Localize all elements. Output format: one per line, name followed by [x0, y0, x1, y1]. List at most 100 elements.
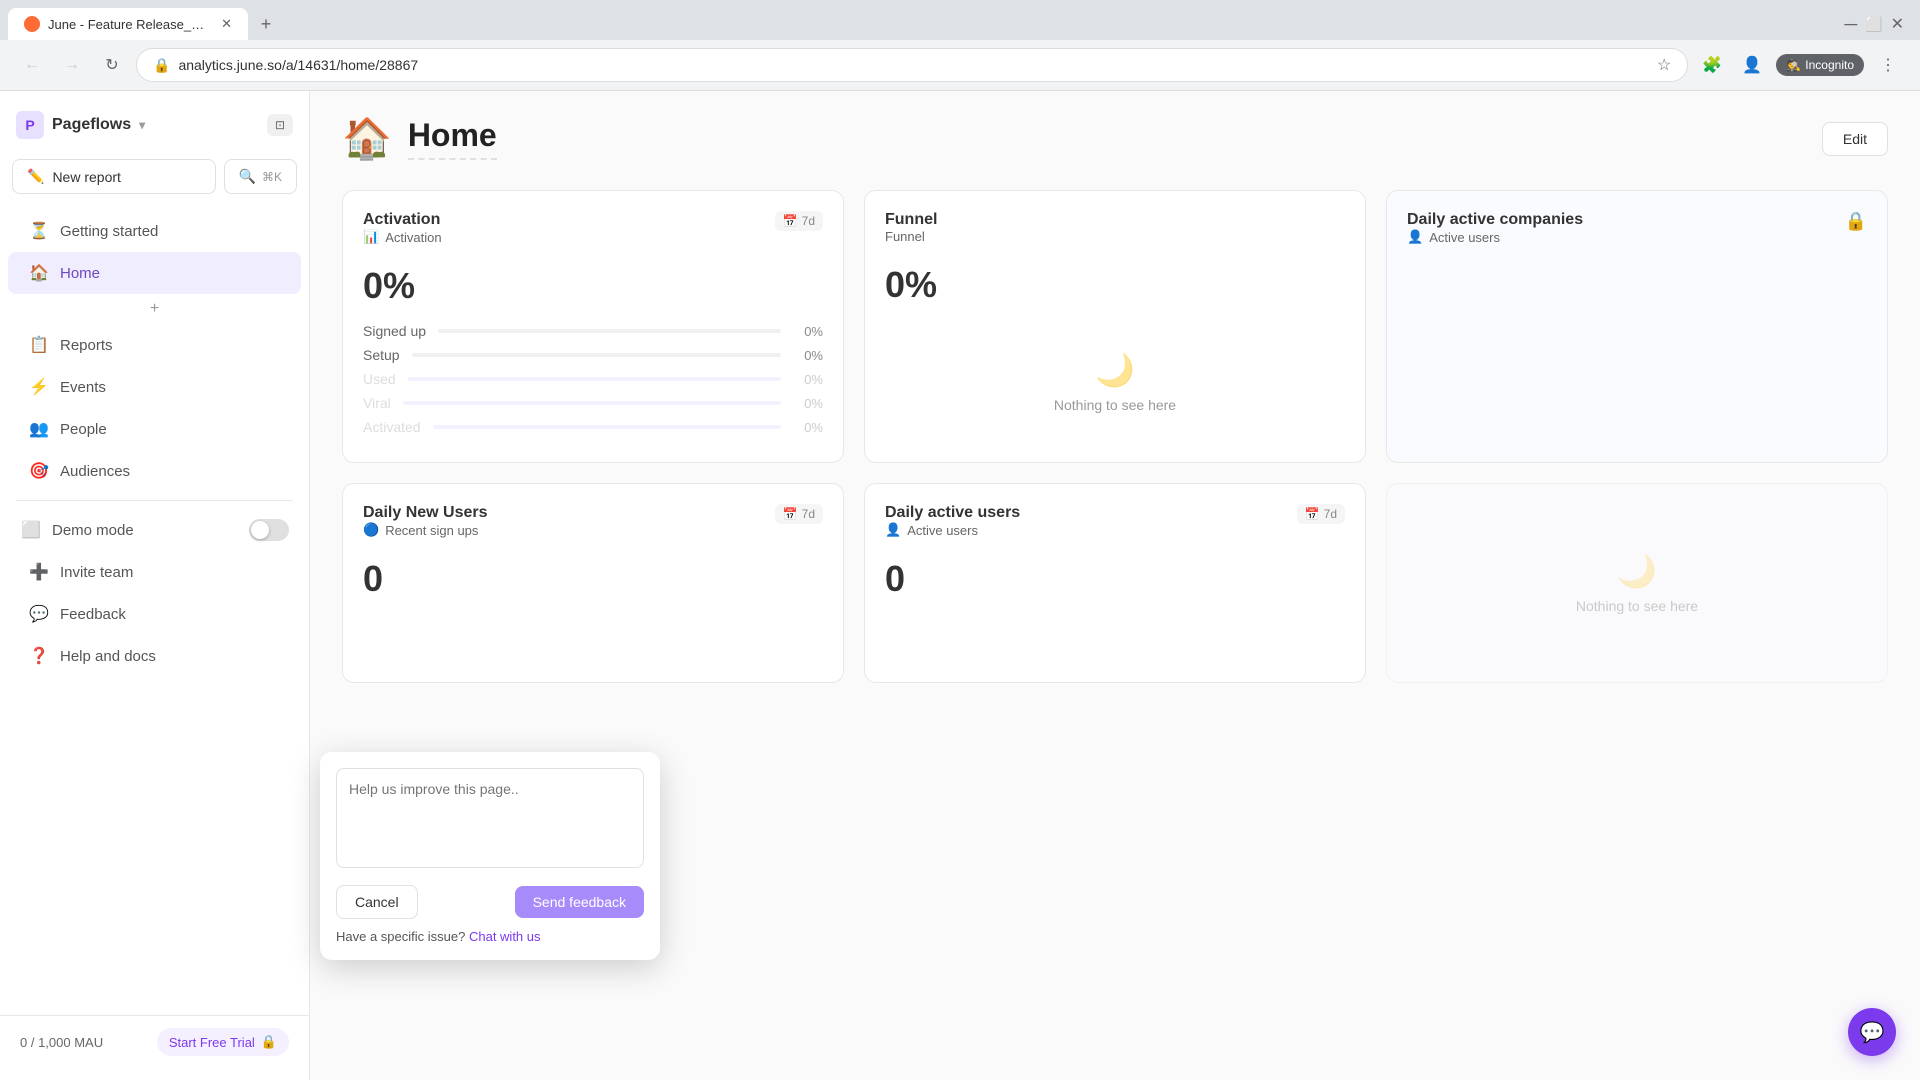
sidebar-item-label: Events: [60, 379, 106, 396]
card-value: 0: [885, 558, 1345, 600]
send-feedback-button[interactable]: Send feedback: [515, 886, 644, 918]
sidebar-item-invite-team[interactable]: ➕ Invite team: [8, 551, 301, 593]
tab-close-button[interactable]: ✕: [221, 16, 232, 32]
page-title: Home: [408, 117, 497, 160]
add-button[interactable]: +: [144, 298, 166, 320]
forward-button[interactable]: →: [56, 49, 88, 81]
card-title: Daily active users: [885, 504, 1020, 522]
back-button[interactable]: ←: [16, 49, 48, 81]
sidebar-item-home[interactable]: 🏠 Home: [8, 252, 301, 294]
workspace-name-label: Pageflows: [52, 116, 131, 134]
sidebar-item-audiences[interactable]: 🎯 Audiences: [8, 450, 301, 492]
sidebar-collapse-button[interactable]: ⊡: [267, 114, 293, 136]
card-subtitle-text: Activation: [385, 230, 441, 245]
maximize-button[interactable]: ⬜: [1865, 16, 1882, 33]
chat-bubble-button[interactable]: 💬: [1848, 1008, 1896, 1056]
getting-started-icon: ⏳: [28, 220, 50, 242]
funnel-card: Funnel Funnel 0% 🌙 Nothing to see here: [864, 190, 1366, 463]
card-subtitle: 📊 Activation: [363, 229, 442, 245]
chevron-down-icon: ▾: [139, 118, 145, 132]
activation-card: Activation 📊 Activation 📅 7d 0% Signed: [342, 190, 844, 463]
lock-icon: 🔒: [153, 57, 170, 74]
sidebar-item-label: Getting started: [60, 223, 158, 240]
url-text: analytics.june.so/a/14631/home/28867: [178, 57, 1649, 73]
bar: [408, 377, 781, 381]
card-subtitle: 👤 Active users: [1407, 229, 1583, 245]
active-tab[interactable]: June - Feature Release_QR Code... ✕: [8, 8, 248, 40]
menu-button[interactable]: ⋮: [1872, 49, 1904, 81]
card-row: Signed up 0%: [363, 323, 823, 339]
daily-new-users-card: Daily New Users 🔵 Recent sign ups 📅 7d 0: [342, 483, 844, 683]
sidebar-item-getting-started[interactable]: ⏳ Getting started: [8, 210, 301, 252]
close-button[interactable]: ✕: [1891, 14, 1904, 34]
address-bar[interactable]: 🔒 analytics.june.so/a/14631/home/28867 ☆: [136, 48, 1688, 82]
extensions-button[interactable]: 🧩: [1696, 49, 1728, 81]
bar: [438, 329, 781, 333]
calendar-icon: 📅: [783, 214, 798, 228]
lock-icon: 🔒: [261, 1034, 277, 1050]
sidebar-item-feedback[interactable]: 💬 Feedback: [8, 593, 301, 635]
demo-mode-icon: ⬜: [20, 519, 42, 541]
card-badge: 📅 7d: [1297, 504, 1345, 524]
refresh-button[interactable]: ↻: [96, 49, 128, 81]
card-row: Activated 0%: [363, 419, 823, 435]
sidebar-item-label: Home: [60, 265, 100, 282]
sidebar-item-label: Reports: [60, 337, 113, 354]
home-icon: 🏠: [28, 262, 50, 284]
invite-icon: ➕: [28, 561, 50, 583]
card-value: 0%: [885, 264, 1345, 306]
app-container: P Pageflows ▾ ⊡ ✏️ New report 🔍 ⌘K ⏳ Get…: [0, 91, 1920, 1080]
card-header: Activation 📊 Activation 📅 7d: [363, 211, 823, 257]
demo-mode-toggle[interactable]: [249, 519, 289, 541]
card-title: Daily active companies: [1407, 211, 1583, 229]
feedback-icon: 💬: [28, 603, 50, 625]
new-tab-button[interactable]: +: [252, 10, 280, 38]
minimize-button[interactable]: ─: [1844, 14, 1857, 35]
feedback-popup: Cancel Send feedback Have a specific iss…: [320, 752, 660, 960]
card-rows: Signed up 0% Setup 0% Used 0%: [363, 323, 823, 435]
sidebar: P Pageflows ▾ ⊡ ✏️ New report 🔍 ⌘K ⏳ Get…: [0, 91, 310, 1080]
audiences-icon: 🎯: [28, 460, 50, 482]
edit-button[interactable]: Edit: [1822, 122, 1888, 156]
empty-state: 🌙 Nothing to see here: [1407, 504, 1867, 662]
free-trial-button[interactable]: Start Free Trial 🔒: [157, 1028, 289, 1056]
user-icon: 👤: [1407, 229, 1423, 245]
sidebar-item-demo-mode[interactable]: ⬜ Demo mode: [0, 509, 309, 551]
sidebar-nav: ⏳ Getting started 🏠 Home + 📋 Reports ⚡ E…: [0, 210, 309, 1011]
sidebar-item-events[interactable]: ⚡ Events: [8, 366, 301, 408]
card-title: Funnel: [885, 211, 937, 229]
cancel-button[interactable]: Cancel: [336, 885, 418, 919]
sidebar-item-help[interactable]: ❓ Help and docs: [8, 635, 301, 677]
add-section-row: +: [0, 294, 309, 324]
extra-card: 🌙 Nothing to see here: [1386, 483, 1888, 683]
lock-badge-icon: 🔒: [1845, 211, 1867, 232]
chat-link-row: Have a specific issue? Chat with us: [336, 929, 644, 944]
sidebar-top-actions: ✏️ New report 🔍 ⌘K: [0, 159, 309, 194]
card-subtitle: 🔵 Recent sign ups: [363, 522, 488, 538]
bar: [433, 425, 781, 429]
profile-button[interactable]: 👤: [1736, 49, 1768, 81]
card-subtitle-text: Funnel: [885, 229, 925, 244]
card-subtitle: Funnel: [885, 229, 937, 244]
bookmark-icon[interactable]: ☆: [1657, 55, 1671, 75]
empty-icon: 🌙: [1095, 351, 1135, 389]
workspace-selector[interactable]: P Pageflows ▾: [16, 111, 145, 139]
chat-with-us-link[interactable]: Chat with us: [469, 929, 541, 944]
sidebar-item-people[interactable]: 👥 People: [8, 408, 301, 450]
empty-text: Nothing to see here: [1054, 397, 1176, 413]
card-subtitle-text: Recent sign ups: [385, 523, 478, 538]
new-report-button[interactable]: ✏️ New report: [12, 159, 216, 194]
card-row: Setup 0%: [363, 347, 823, 363]
search-button[interactable]: 🔍 ⌘K: [224, 159, 297, 194]
search-icon: 🔍: [239, 168, 256, 185]
sidebar-item-label: People: [60, 421, 107, 438]
card-value: 0%: [363, 265, 823, 307]
card-title: Daily New Users: [363, 504, 488, 522]
card-subtitle-text: Active users: [1429, 230, 1500, 245]
help-icon: ❓: [28, 645, 50, 667]
sidebar-item-reports[interactable]: 📋 Reports: [8, 324, 301, 366]
card-badge: 📅 7d: [775, 504, 823, 524]
feedback-textarea[interactable]: [336, 768, 644, 868]
card-header: Daily active users 👤 Active users 📅 7d: [885, 504, 1345, 550]
browser-chrome: June - Feature Release_QR Code... ✕ + ─ …: [0, 0, 1920, 91]
